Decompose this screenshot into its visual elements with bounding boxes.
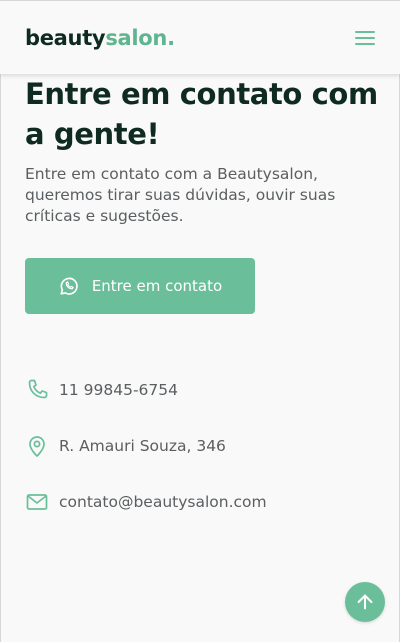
contact-whatsapp-label: Entre em contato bbox=[91, 277, 223, 295]
page-description: Entre em contato com a Beautysalon, quer… bbox=[25, 165, 336, 225]
contact-address[interactable]: R. Amauri Souza, 346 bbox=[25, 433, 226, 459]
whatsapp-icon bbox=[60, 277, 78, 295]
contact-phone-text: 11 99845-6754 bbox=[59, 381, 178, 399]
logo[interactable]: beautysalon. bbox=[25, 26, 175, 50]
contact-email[interactable]: contato@beautysalon.com bbox=[25, 489, 267, 515]
menu-line bbox=[355, 37, 375, 39]
site-header: beautysalon. bbox=[0, 0, 400, 74]
contact-email-text: contato@beautysalon.com bbox=[59, 493, 267, 511]
phone-icon bbox=[25, 378, 49, 402]
menu-line bbox=[355, 31, 375, 33]
logo-text-primary: beauty bbox=[25, 26, 106, 50]
mail-icon bbox=[25, 490, 49, 514]
contact-whatsapp-button[interactable]: Entre em contato bbox=[25, 258, 255, 314]
hamburger-menu-icon[interactable] bbox=[355, 29, 375, 45]
page-title: Entre em contato com a gente! bbox=[25, 77, 378, 151]
menu-line bbox=[355, 43, 375, 45]
location-pin-icon bbox=[25, 434, 49, 458]
arrow-up-icon bbox=[357, 594, 373, 610]
contact-address-text: R. Amauri Souza, 346 bbox=[59, 437, 226, 455]
scroll-to-top-button[interactable] bbox=[345, 582, 385, 622]
contact-phone[interactable]: 11 99845-6754 bbox=[25, 377, 178, 403]
logo-text-accent: salon. bbox=[105, 26, 175, 50]
